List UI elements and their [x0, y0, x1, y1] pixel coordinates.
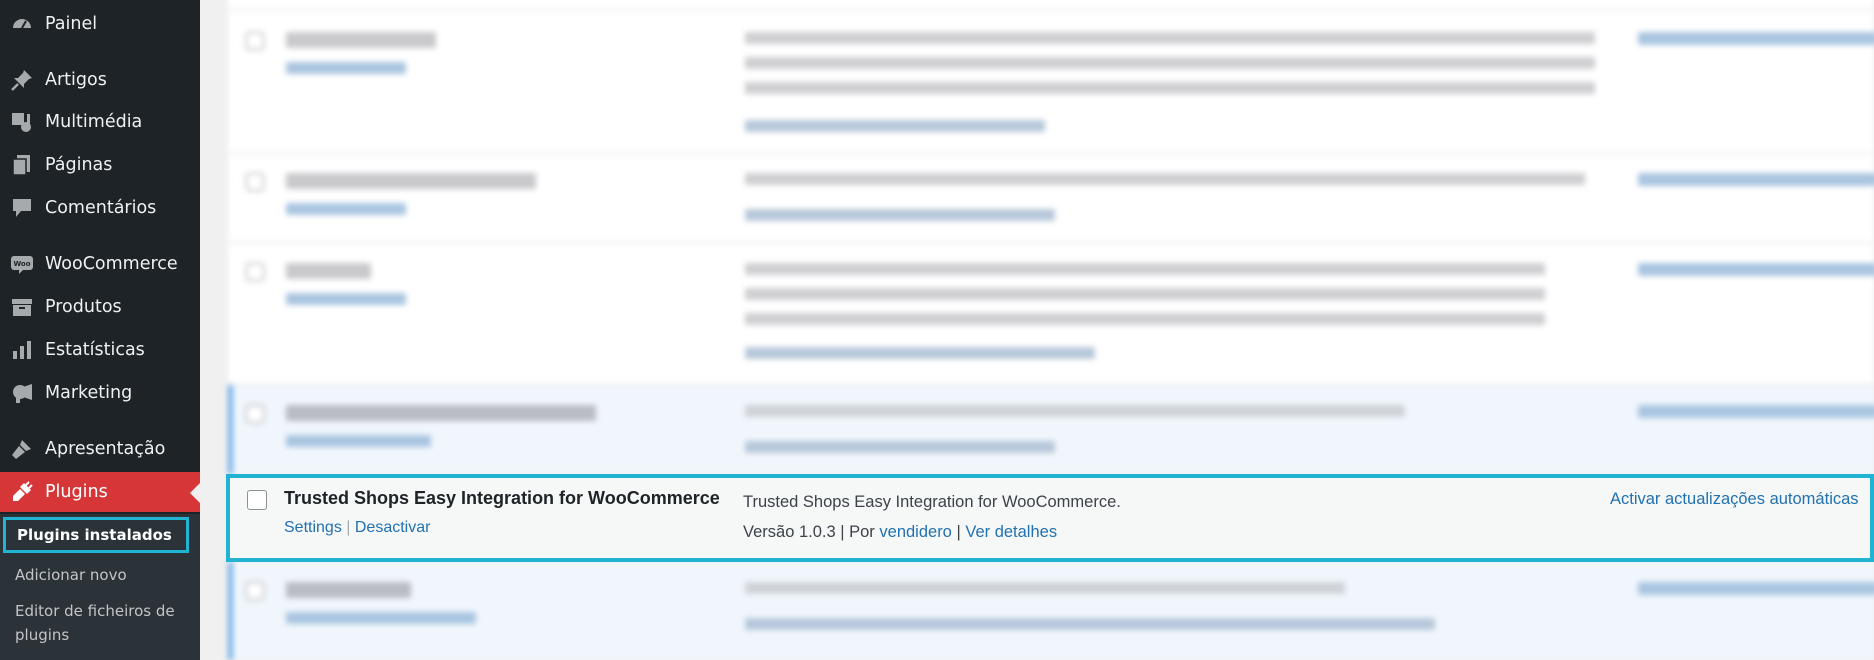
table-row [228, 10, 1874, 153]
plugins-list: Trusted Shops Easy Integration for WooCo… [200, 0, 1874, 660]
enable-auto-updates-link[interactable]: Activar actualizações automáticas [1610, 490, 1859, 509]
table-row [228, 243, 1874, 385]
dashboard-icon [9, 11, 35, 37]
deactivate-link[interactable]: Desactivar [355, 519, 431, 536]
author-link[interactable]: vendidero [879, 523, 951, 541]
pin-icon [9, 67, 35, 93]
plugin-icon [9, 479, 35, 505]
table-row [228, 0, 1874, 10]
menu-item-painel[interactable]: Painel [0, 4, 200, 44]
admin-sidebar: Painel Artigos Multimédia Páginas Coment… [0, 0, 200, 660]
svg-text:Woo: Woo [13, 260, 30, 268]
plugin-select-checkbox[interactable] [247, 490, 267, 510]
action-separator: | [346, 519, 355, 536]
settings-link[interactable]: Settings [284, 519, 342, 536]
menu-item-produtos[interactable]: Produtos [0, 287, 200, 327]
plugin-row-trusted-shops: Trusted Shops Easy Integration for WooCo… [226, 474, 1874, 562]
table-row [228, 153, 1874, 243]
table-row [228, 562, 1874, 660]
media-icon [9, 109, 35, 135]
submenu-adicionar-novo[interactable]: Adicionar novo [15, 566, 127, 584]
woocommerce-icon: Woo [9, 251, 35, 277]
meta-separator: | [956, 523, 966, 541]
plugins-submenu: Plugins instalados Adicionar novo Editor… [0, 514, 200, 660]
menu-item-multimedia[interactable]: Multimédia [0, 102, 200, 142]
brush-icon [9, 436, 35, 462]
megaphone-icon [9, 380, 35, 406]
table-row [228, 385, 1874, 474]
stats-icon [9, 337, 35, 363]
submenu-editor-ficheiros[interactable]: Editor de ficheiros de plugins [15, 599, 190, 647]
view-details-link[interactable]: Ver detalhes [965, 523, 1057, 541]
plugin-by: | Por [840, 523, 875, 541]
plugin-meta: Versão 1.0.3 | Por vendidero | Ver detal… [743, 523, 1057, 542]
menu-item-plugins[interactable]: Plugins [0, 472, 200, 512]
comments-icon [9, 195, 35, 221]
plugin-name: Trusted Shops Easy Integration for WooCo… [284, 488, 720, 508]
menu-item-comentarios[interactable]: Comentários [0, 188, 200, 228]
products-icon [9, 294, 35, 320]
pages-icon [9, 152, 35, 178]
menu-item-woocommerce[interactable]: Woo WooCommerce [0, 244, 200, 284]
plugin-actions: Settings | Desactivar [284, 519, 430, 537]
menu-item-apresentacao[interactable]: Apresentação [0, 429, 200, 469]
menu-item-estatisticas[interactable]: Estatísticas [0, 330, 200, 370]
menu-item-paginas[interactable]: Páginas [0, 145, 200, 185]
submenu-plugins-instalados[interactable]: Plugins instalados [3, 517, 189, 553]
plugin-version: Versão 1.0.3 [743, 523, 836, 541]
plugin-description: Trusted Shops Easy Integration for WooCo… [743, 493, 1121, 511]
menu-item-artigos[interactable]: Artigos [0, 60, 200, 100]
menu-item-marketing[interactable]: Marketing [0, 373, 200, 413]
